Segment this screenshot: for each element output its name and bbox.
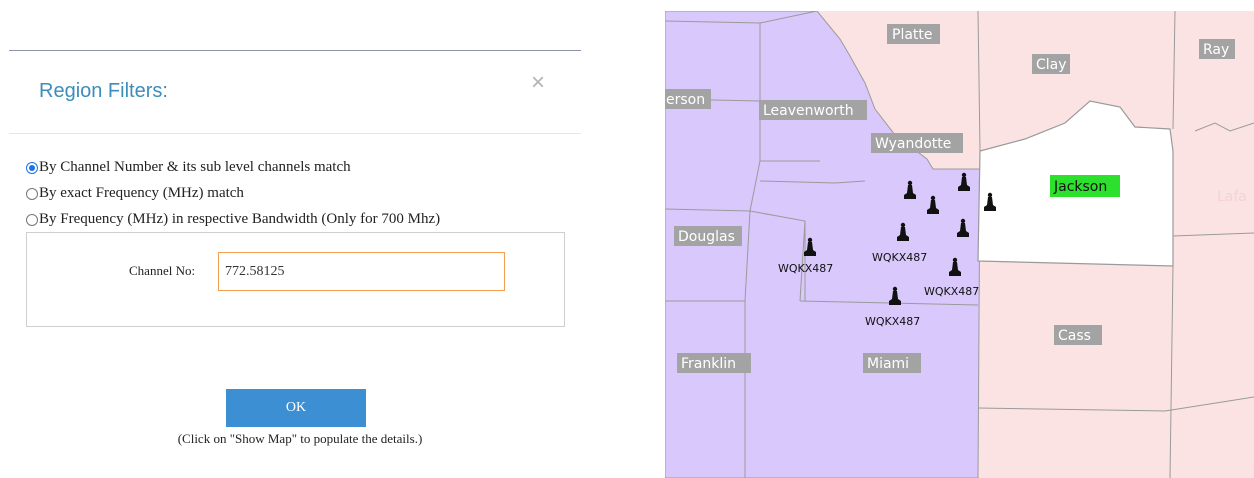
filter-option-label: By exact Frequency (MHz) match — [39, 185, 244, 201]
filter-option-label: By Channel Number & its sub level channe… — [39, 159, 351, 175]
county-label-leavenworth: Leavenworth — [763, 103, 854, 119]
region-filters-dialog: Region Filters: × By Channel Number & it… — [0, 0, 600, 478]
county-label-platte: Platte — [892, 27, 933, 43]
close-icon[interactable]: × — [531, 71, 545, 95]
channel-number-input[interactable] — [218, 252, 505, 291]
filter-option-bandwidth[interactable]: By Frequency (MHz) in respective Bandwid… — [26, 211, 440, 228]
coverage-map[interactable]: Platte Clay Ray erson Leavenworth Wyando… — [665, 11, 1254, 478]
county-label-clay: Clay — [1036, 57, 1067, 73]
filter-option-label: By Frequency (MHz) in respective Bandwid… — [39, 211, 441, 227]
radio-exact-frequency[interactable] — [26, 187, 38, 200]
ok-button[interactable]: OK — [226, 389, 366, 427]
station-label: WQKX487 — [872, 251, 927, 264]
county-label-lafayette: Lafa — [1217, 189, 1247, 205]
county-label-wyandotte: Wyandotte — [875, 136, 951, 152]
radio-bandwidth[interactable] — [26, 213, 38, 226]
county-label-miami: Miami — [867, 356, 909, 372]
dialog-title: Region Filters: — [39, 80, 168, 102]
channel-number-label: Channel No: — [129, 263, 196, 278]
county-label-jefferson: erson — [666, 92, 705, 108]
county-label-cass: Cass — [1058, 328, 1091, 344]
filter-option-exact-frequency[interactable]: By exact Frequency (MHz) match — [26, 185, 244, 202]
dialog-top-divider — [9, 50, 581, 51]
county-label-ray: Ray — [1203, 42, 1229, 58]
radio-channel-number[interactable] — [26, 161, 38, 174]
dialog-header-divider — [9, 133, 581, 134]
filter-option-channel-number[interactable]: By Channel Number & its sub level channe… — [26, 159, 351, 176]
map-canvas[interactable]: Platte Clay Ray erson Leavenworth Wyando… — [665, 11, 1254, 478]
county-label-jackson: Jackson — [1053, 179, 1107, 195]
county-label-douglas: Douglas — [678, 229, 735, 245]
show-map-hint: (Click on "Show Map" to populate the det… — [177, 431, 423, 446]
county-label-franklin: Franklin — [681, 356, 736, 372]
station-label: WQKX487 — [924, 285, 979, 298]
station-label: WQKX487 — [865, 315, 920, 328]
station-label: WQKX487 — [778, 262, 833, 275]
